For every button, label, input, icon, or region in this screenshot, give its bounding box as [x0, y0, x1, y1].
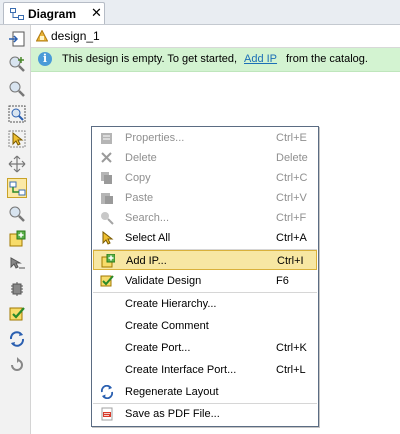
search-icon	[100, 211, 114, 225]
menu-item-regenerate-layout[interactable]: Regenerate Layout	[93, 382, 317, 402]
menu-item-add-ip[interactable]: Add IP... Ctrl+I	[93, 250, 317, 270]
regenerate-icon[interactable]	[8, 330, 26, 348]
menu-item-paste[interactable]: Paste Ctrl+V	[93, 188, 317, 208]
zoom-in-icon[interactable]	[8, 55, 26, 73]
delete-x-icon	[100, 151, 114, 165]
diagram-icon	[10, 8, 24, 24]
validate-icon	[100, 274, 114, 288]
fit-to-window-icon[interactable]	[8, 30, 26, 48]
validate-icon[interactable]	[8, 305, 26, 323]
info-icon: i	[38, 52, 52, 66]
tab-bar: Diagram ✕	[0, 0, 400, 25]
menu-item-create-port[interactable]: Create Port... Ctrl+K	[93, 338, 317, 358]
search-icon[interactable]	[8, 205, 26, 223]
tab-label: Diagram	[28, 7, 77, 21]
pdf-icon	[100, 407, 114, 421]
design-header: design_1	[31, 25, 400, 48]
copy-icon	[100, 171, 114, 185]
menu-item-create-hierarchy[interactable]: Create Hierarchy...	[93, 294, 317, 314]
auto-connect-icon[interactable]	[7, 178, 27, 198]
regenerate-icon	[100, 384, 114, 400]
menu-item-copy[interactable]: Copy Ctrl+C	[93, 168, 317, 188]
move-icon[interactable]	[8, 155, 26, 173]
reload-icon[interactable]	[8, 355, 26, 373]
banner-text: This design is empty. To get started,	[62, 53, 238, 65]
menu-item-create-interface-port[interactable]: Create Interface Port... Ctrl+L	[93, 360, 317, 380]
menu-item-delete[interactable]: Delete Delete	[93, 148, 317, 168]
select-icon[interactable]	[8, 130, 26, 148]
zoom-out-icon[interactable]	[8, 80, 26, 98]
properties-icon	[100, 131, 114, 145]
select-all-icon	[100, 230, 114, 245]
add-ip-icon[interactable]	[8, 230, 26, 248]
tab-diagram[interactable]: Diagram ✕	[3, 2, 105, 24]
menu-item-create-comment[interactable]: Create Comment	[93, 316, 317, 336]
design-icon	[35, 29, 49, 45]
menu-item-search[interactable]: Search... Ctrl+F	[93, 208, 317, 228]
settings-icon[interactable]	[8, 280, 26, 298]
design-name: design_1	[51, 29, 100, 43]
menu-separator	[93, 292, 317, 293]
menu-item-save-as-pdf[interactable]: Save as PDF File...	[93, 404, 317, 424]
add-ip-icon	[101, 253, 116, 268]
info-banner: i This design is empty. To get started, …	[31, 48, 400, 72]
add-ip-link[interactable]: Add IP	[244, 53, 277, 65]
zoom-fit-icon[interactable]	[8, 105, 26, 123]
menu-item-properties[interactable]: Properties... Ctrl+E	[93, 128, 317, 148]
route-icon[interactable]	[8, 255, 26, 273]
paste-icon	[100, 191, 114, 205]
menu-item-select-all[interactable]: Select All Ctrl+A	[93, 228, 317, 248]
context-menu: Properties... Ctrl+E Delete Delete Copy …	[91, 126, 319, 427]
diagram-toolbar	[0, 25, 31, 434]
banner-text-end: from the catalog.	[286, 53, 368, 65]
menu-item-validate-design[interactable]: Validate Design F6	[93, 271, 317, 291]
close-icon[interactable]: ✕	[91, 5, 102, 21]
